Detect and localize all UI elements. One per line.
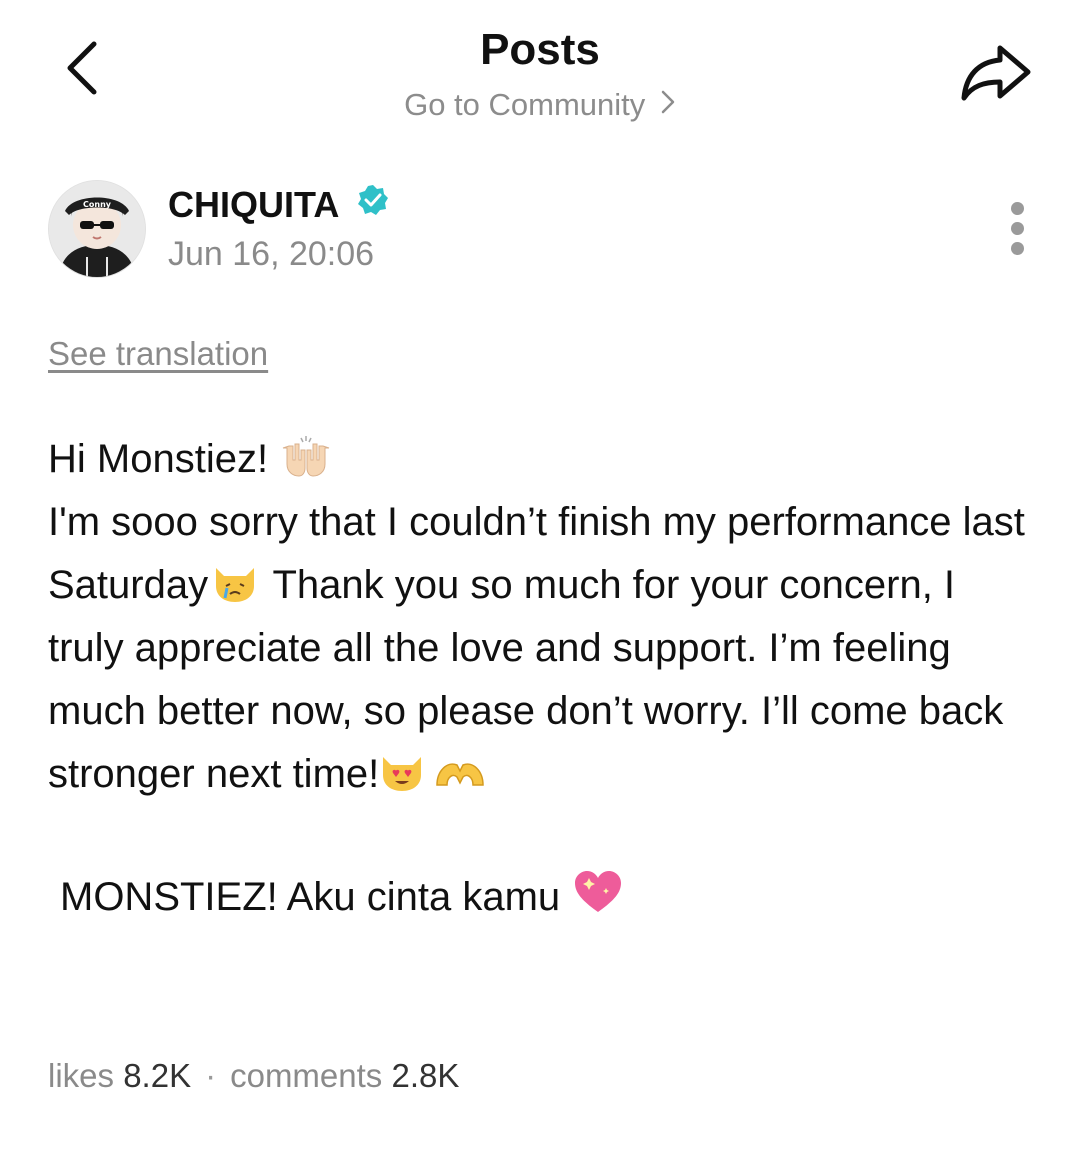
title-block: Posts Go to Community: [0, 24, 1080, 124]
post-text-love: MONSTIEZ! Aku cinta kamu: [60, 875, 572, 919]
chevron-right-icon: [660, 86, 676, 124]
post-paragraph: MONSTIEZ! Aku cinta kamu: [48, 866, 1038, 929]
sparkling-heart-emoji-icon: [571, 868, 625, 912]
stats-separator: ·: [205, 1057, 217, 1094]
likes-label: likes: [48, 1057, 115, 1094]
comments-stat[interactable]: comments 2.8K: [230, 1057, 459, 1094]
avatar-image: Conny: [49, 181, 145, 277]
page-title: Posts: [480, 25, 600, 74]
post-stats: likes 8.2K · comments 2.8K: [48, 1056, 459, 1096]
avatar[interactable]: Conny: [48, 180, 146, 278]
heart-eyes-cat-emoji-icon: [379, 749, 433, 793]
crying-cat-emoji-icon: [208, 560, 262, 604]
share-arrow-icon: [961, 45, 1031, 101]
author-name: CHIQUITA: [168, 184, 338, 225]
raising-hands-emoji-icon: [279, 434, 333, 478]
go-to-community-link[interactable]: Go to Community: [404, 86, 676, 124]
post-text-greeting: Hi Monstiez!: [48, 437, 280, 481]
post-author-row: Conny CHIQUITA Jun 16, 20:06: [48, 180, 1038, 280]
see-translation-link[interactable]: See translation: [48, 334, 268, 374]
share-button[interactable]: [958, 40, 1034, 104]
post-body: Hi Monstiez! I'm sooo sorry that I could…: [48, 428, 1038, 929]
comments-label: comments: [230, 1057, 383, 1094]
author-name-row[interactable]: CHIQUITA: [168, 184, 390, 229]
comments-count: 2.8K: [391, 1057, 460, 1094]
post-paragraph: Hi Monstiez! I'm sooo sorry that I could…: [48, 428, 1038, 806]
heart-hands-emoji-icon: [433, 749, 487, 793]
post-timestamp: Jun 16, 20:06: [168, 235, 375, 273]
more-options-button[interactable]: [1002, 202, 1032, 258]
top-bar: Posts Go to Community: [0, 0, 1080, 140]
likes-stat[interactable]: likes 8.2K: [48, 1057, 191, 1094]
more-dot-icon: [1010, 242, 1024, 255]
likes-count: 8.2K: [123, 1057, 192, 1094]
verified-badge-icon: [356, 183, 390, 226]
more-dot-icon: [1010, 222, 1024, 235]
avatar-cap-text: Conny: [83, 200, 112, 209]
more-dot-icon: [1010, 202, 1024, 215]
go-to-community-label: Go to Community: [404, 87, 646, 122]
